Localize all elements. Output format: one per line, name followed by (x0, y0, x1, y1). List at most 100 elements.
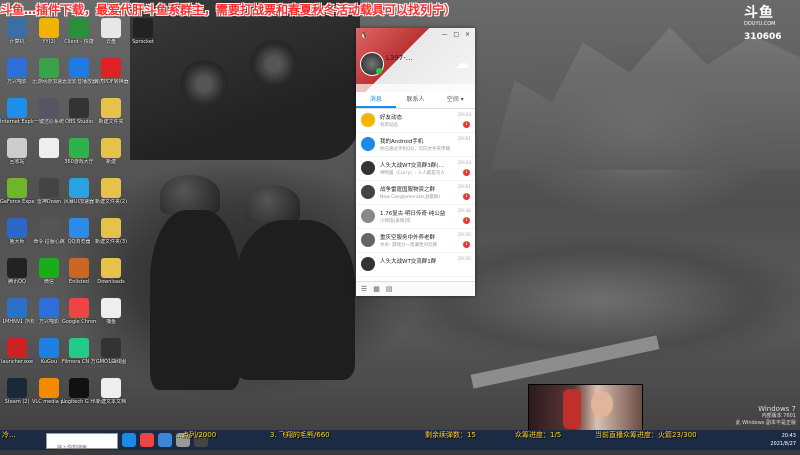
weather-cloud-icon[interactable]: ☁ (455, 56, 469, 72)
apps-icon[interactable]: ▦ (373, 285, 380, 293)
app-icon (101, 98, 121, 118)
desktop-icon-label: 计算机 (9, 39, 25, 45)
qq-online-status-icon[interactable] (376, 68, 382, 74)
desktop-icon[interactable]: GeForce Experience (0, 178, 34, 205)
desktop-icon[interactable]: 计算机 (0, 18, 34, 45)
desktop-icon-label: Google Chrome (62, 319, 96, 325)
desktop-icon[interactable]: 雷神Down (32, 178, 66, 205)
qq-tabs: 消息 联系人 空间 ▾ (356, 92, 475, 109)
qq-search-bar[interactable] (356, 84, 475, 92)
app-icon (7, 338, 27, 358)
desktop-icon[interactable]: Google Chrome (62, 298, 96, 325)
menu-icon[interactable]: ☰ (361, 285, 367, 293)
desktop-icon[interactable]: Client - 快捷 (62, 18, 96, 45)
desktop-icon[interactable]: VLC media player (32, 378, 66, 405)
qq-message-item[interactable]: 人头大战WT交流群1群 20:32 (356, 253, 475, 277)
taskbar-clock[interactable]: 20:43 2021/8/27 (770, 432, 796, 448)
desktop-icon[interactable]: KuGou (32, 338, 66, 365)
desktop-icon-label: 微信 (43, 279, 54, 285)
qq-window-controls[interactable]: — □ × (441, 31, 472, 38)
tab-contacts[interactable]: 联系人 (396, 92, 436, 108)
qq-message-item[interactable]: 重庆空服务中外养老群 水水: 游戏力一帮谦性对云路 20:32 1 (356, 229, 475, 253)
desktop-icon[interactable]: Filmora CN 万兴喵影 (62, 338, 96, 365)
desktop-icon[interactable]: 命令·征服心跳 (32, 218, 66, 245)
soldier-helmet (160, 175, 220, 215)
desktop-icon[interactable]: 新建文本文档 (94, 378, 128, 405)
desktop-icon[interactable]: YY(2) (32, 18, 66, 45)
qq-window[interactable]: 🐧 — □ × L397-… ☁ 消息 联系人 空间 ▾ 好友动态 有新动态 20:… (356, 28, 475, 296)
desktop-icon[interactable] (32, 138, 66, 159)
ticker-segment: …点列/2000 (175, 431, 217, 439)
chat-time: 20:41 (458, 185, 471, 190)
desktop-icon[interactable]: 新建文件夹(3) (94, 218, 128, 245)
stream-ticker: 3. 飞翔的毛熊/660 剩余续弹数：15 众筹进度：1/5 当前直播众筹进度：火箭2… (0, 430, 760, 441)
chat-avatar (361, 113, 375, 127)
desktop-icon[interactable]: Downloads (94, 258, 128, 285)
app-icon (101, 178, 121, 198)
tab-messages[interactable]: 消息 (356, 92, 396, 108)
desktop-icon[interactable]: 新建 (94, 138, 128, 165)
desktop-icon[interactable]: launcher.exe (0, 338, 34, 365)
qq-message-item[interactable]: 人头大战WT交流群3群(… 神鸭菌（Curry）: 人人都是鸟人 20:43 1 (356, 157, 475, 181)
desktop-icon[interactable]: 【MHNV】所有加速器 (0, 298, 34, 325)
app-icon (69, 178, 89, 198)
desktop-icon[interactable]: 万兴喵影 (32, 298, 66, 325)
desktop-icon[interactable]: OBS Studio (62, 98, 96, 125)
desktop-icon[interactable]: 捕鱼 (94, 298, 128, 325)
app-icon (101, 298, 121, 318)
qq-footer: ☰ ▦ ▤ (356, 281, 475, 296)
desktop-icon[interactable]: 鲁大师 (0, 218, 34, 245)
desktop-icon-label: 风暴UI加速器 (63, 199, 95, 205)
chat-name: 人头大战WT交流群3群(… (380, 163, 444, 169)
room-number: 310606 (744, 32, 782, 42)
desktop-icon-label: YY(2) (42, 39, 56, 45)
chat-time: 20:43 (458, 113, 471, 118)
desktop-icon[interactable]: 一键还原系统 (32, 98, 66, 125)
desktop-icon-label: 一键还原系统 (33, 119, 64, 125)
desktop-icon[interactable]: 腾讯QQ (0, 258, 34, 285)
chat-name: 人头大战WT交流群1群 (380, 259, 437, 265)
douyu-logo: 斗鱼 DOUYU.COM 310606 (744, 5, 794, 43)
qq-message-item[interactable]: 战争雷霆国服物资之群 New Conglomerate(战雷群) 20:41 1 (356, 181, 475, 205)
desktop-icon[interactable]: Sprocket (126, 18, 160, 45)
desktop-icon[interactable]: 翼虎PDF转换器 (94, 58, 128, 85)
desktop-icon[interactable]: 微信 (32, 258, 66, 285)
qq-message-item[interactable]: 我的Android手机 你已通过手机QQ，可向文件夹传输 20:41 (356, 133, 475, 157)
desktop-icon[interactable]: Internet Explorer (0, 98, 34, 125)
desktop-icon-label: 命令·征服心跳 (33, 239, 65, 245)
desktop-icon[interactable]: 360游戏大厅 (62, 138, 96, 165)
desktop-icon[interactable]: 新建文件夹(2) (94, 178, 128, 205)
file-icon[interactable]: ▤ (386, 285, 393, 293)
desktop-icon[interactable]: 风暴UI加速器 (62, 178, 96, 205)
desktop-icon[interactable]: 迅雷影音播放器 (62, 58, 96, 85)
app-icon (39, 218, 59, 238)
desktop-icon[interactable]: Steam (2) (0, 378, 34, 405)
app-icon (101, 138, 121, 158)
chat-preview: 水水: 游戏力一帮谦性对云路 (380, 243, 437, 248)
desktop-icon[interactable]: Logitech G HUB (62, 378, 96, 405)
desktop-icon[interactable]: 回收站 (0, 138, 34, 165)
chat-time: 20:32 (458, 257, 471, 262)
app-icon (69, 138, 89, 158)
desktop-icon[interactable]: GMO1曲线图 (94, 338, 128, 365)
desktop-icon[interactable]: Enlisted (62, 258, 96, 285)
qq-message-item[interactable]: 1.76复古·明日传奇·纯公益 小师陪[表情]宗 20:38 1 (356, 205, 475, 229)
unread-badge: 1 (463, 169, 470, 176)
logo-brand: 斗鱼 (744, 5, 774, 21)
qq-message-item[interactable]: 好友动态 有新动态 20:43 1 (356, 109, 475, 133)
desktop-icon[interactable]: 新建文件夹 (94, 98, 128, 125)
search-placeholder: 输入你想搜索 (57, 445, 88, 451)
app-icon (69, 338, 89, 358)
desktop-icon[interactable]: QQ浏览器 (62, 218, 96, 245)
desktop-icon[interactable]: 迅游网游加速器 (32, 58, 66, 85)
chat-avatar (361, 257, 375, 271)
desktop-icon[interactable]: 万兴喵影 (0, 58, 34, 85)
desktop-icon-label: Downloads (97, 279, 125, 285)
desktop-icon-label: 万兴喵影 (38, 319, 59, 325)
app-icon (69, 218, 89, 238)
desktop-icon[interactable]: 云盘 (94, 18, 128, 45)
qq-nickname[interactable]: L397-… (386, 54, 413, 62)
tab-space[interactable]: 空间 ▾ (435, 92, 475, 108)
desktop-icon-label: 迅游网游加速器 (32, 79, 66, 85)
app-icon (69, 298, 89, 318)
